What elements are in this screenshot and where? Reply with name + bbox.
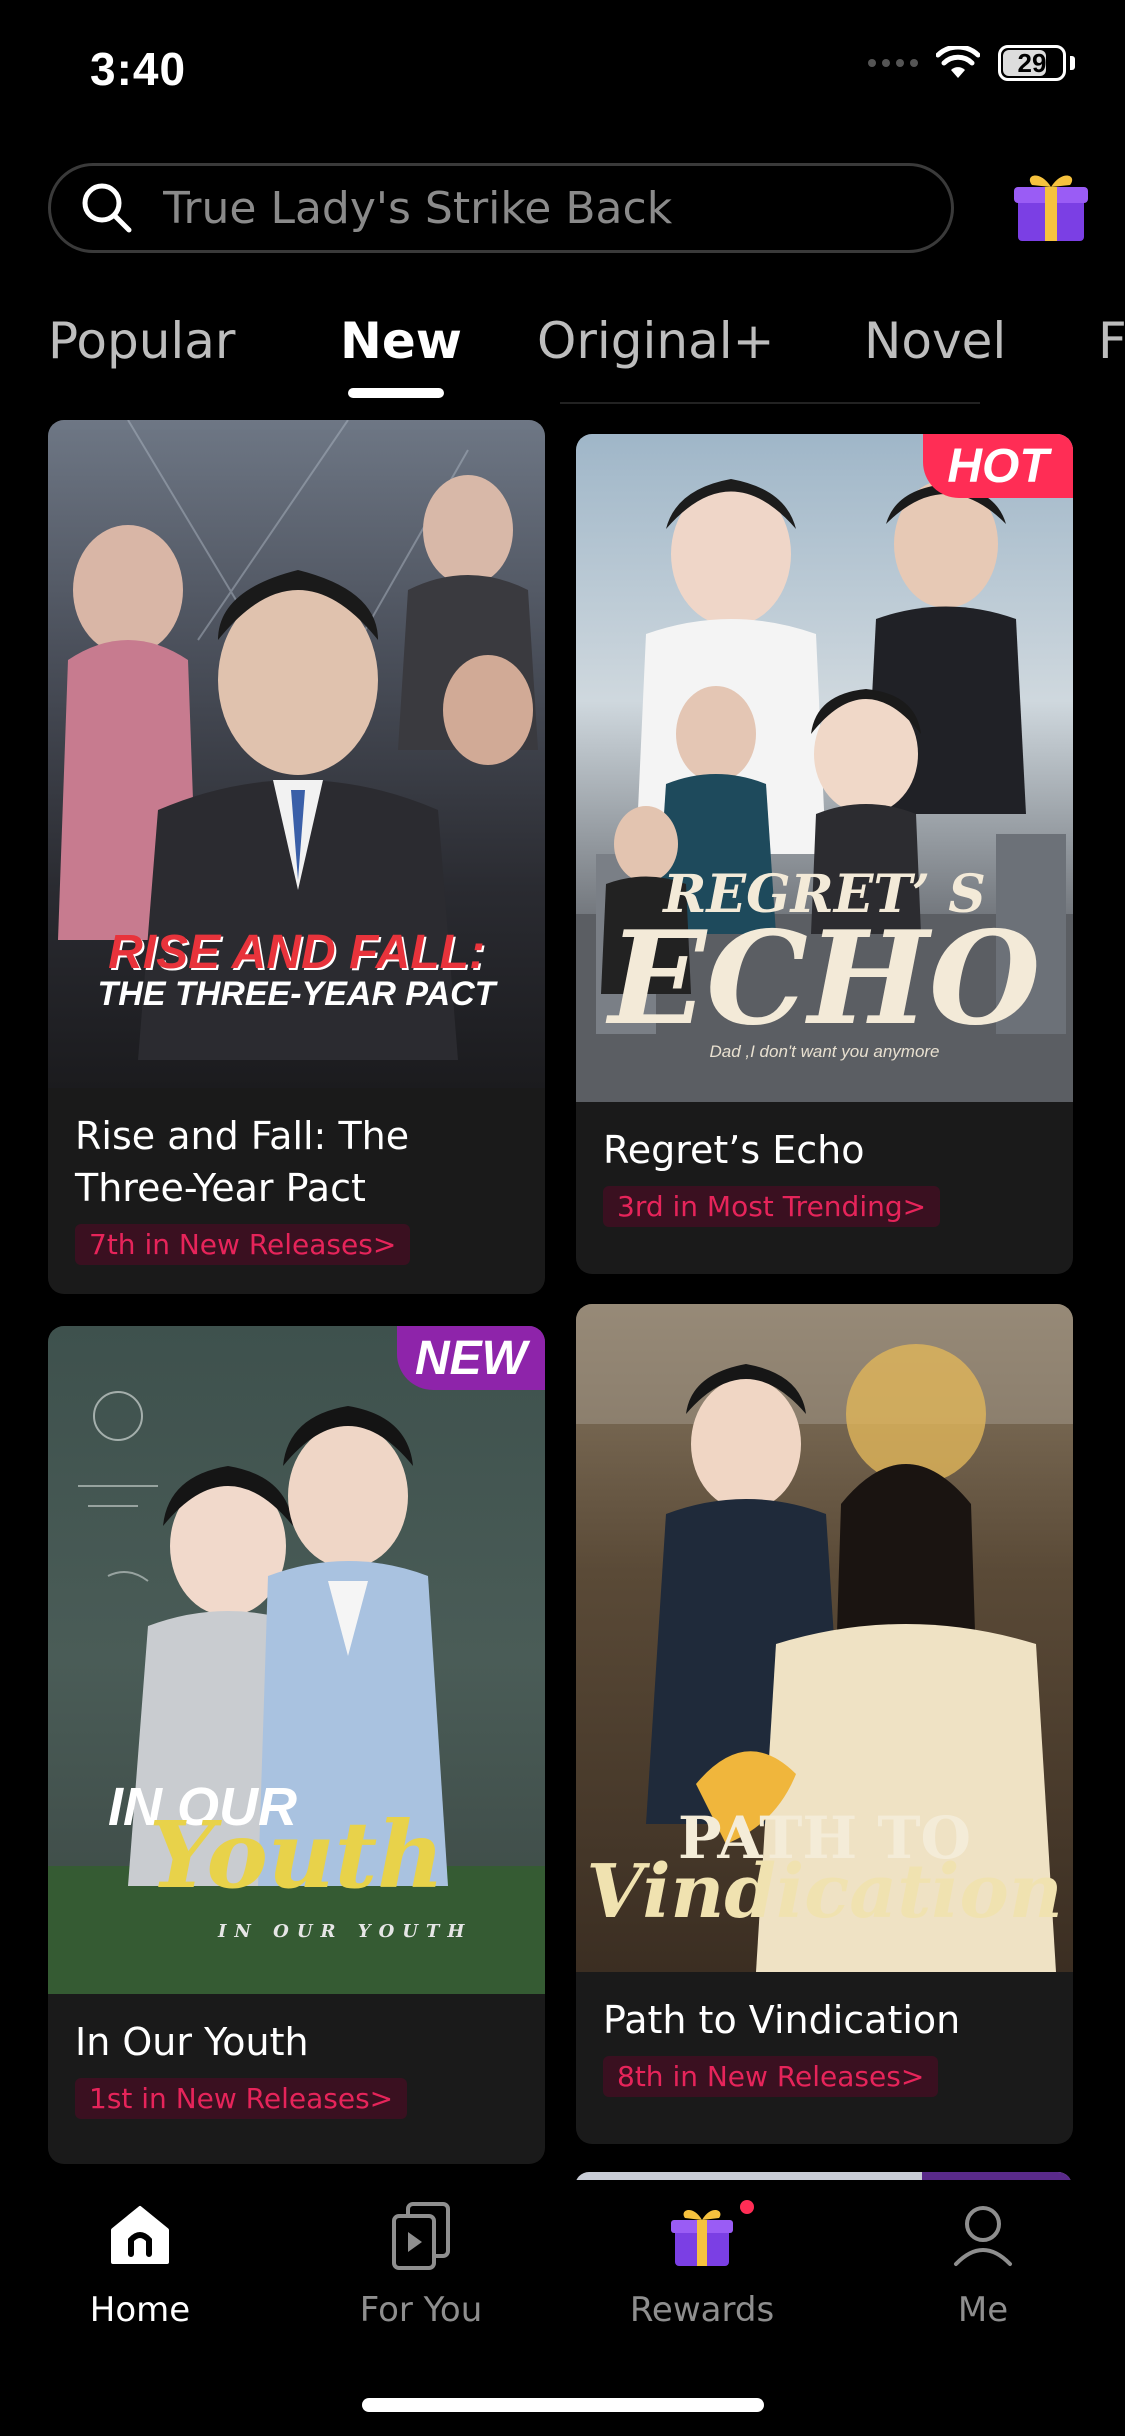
search-icon: [82, 183, 132, 233]
drama-card[interactable]: REGRET’ S ECHO Dad ,I don't want you any…: [576, 434, 1073, 1274]
drama-title: In Our Youth: [75, 2020, 309, 2064]
poster-title-line2: THE THREE-YEAR PACT: [97, 975, 496, 1013]
notification-dot: [740, 2200, 754, 2214]
rank-badge[interactable]: 3rd in Most Trending>: [603, 1186, 941, 1227]
active-tab-indicator: [348, 388, 444, 398]
nav-label: Me: [957, 2290, 1009, 2330]
battery-level: 29: [1017, 47, 1047, 78]
poster-tagline: Dad ,I don't want you anymore: [709, 1042, 940, 1061]
poster-title-line2: Youth: [148, 1801, 445, 1909]
drama-poster[interactable]: REGRET’ S ECHO Dad ,I don't want you any…: [576, 434, 1073, 1102]
poster-title-line2: ECHO: [608, 904, 1041, 1054]
nav-rewards[interactable]: Rewards: [602, 2200, 802, 2330]
gift-icon: [671, 2209, 733, 2266]
tabs-divider: [560, 402, 980, 404]
new-badge: NEW: [397, 1326, 545, 1390]
drama-title: Path to Vindication: [603, 1998, 961, 2042]
drama-poster[interactable]: PATH TO Vindication: [576, 1304, 1073, 1972]
poster-title-line1: RISE AND FALL:: [108, 926, 485, 979]
tab-new[interactable]: New: [340, 312, 462, 370]
drama-poster[interactable]: RISE AND FALL: THE THREE-YEAR PACT: [48, 420, 545, 1088]
poster-tagline: IN OUR YOUTH: [218, 1921, 473, 1942]
wifi-icon: [936, 46, 980, 78]
tab-popular[interactable]: Popular: [48, 312, 235, 370]
nav-label: Rewards: [629, 2290, 775, 2330]
nav-label: Home: [89, 2290, 191, 2330]
search-input[interactable]: [161, 181, 951, 235]
poster-title-line2: Vindication: [586, 1849, 1063, 1935]
rank-badge[interactable]: 1st in New Releases>: [75, 2078, 408, 2119]
tab-original-plus[interactable]: Original+: [537, 312, 775, 370]
drama-card[interactable]: IN OUR Youth IN OUR YOUTH NEW In Our You…: [48, 1326, 545, 2164]
battery-icon: 29: [998, 45, 1066, 81]
gift-icon[interactable]: [1010, 165, 1092, 247]
drama-card[interactable]: PATH TO Vindication Path to Vindication …: [576, 1304, 1073, 2144]
drama-poster[interactable]: IN OUR Youth IN OUR YOUTH NEW: [48, 1326, 545, 1994]
tab-novel[interactable]: Novel: [864, 312, 1006, 370]
status-bar: 3:40 29: [0, 0, 1125, 140]
search-bar[interactable]: [48, 163, 954, 253]
status-indicators: 29: [868, 45, 1075, 81]
nav-for-you[interactable]: For You: [321, 2200, 521, 2330]
cellular-signal-icon: [868, 59, 918, 67]
play-cards-icon: [392, 2202, 450, 2270]
user-icon: [954, 2206, 1012, 2266]
drama-title: Regret’s Echo: [603, 1128, 865, 1172]
hot-badge: HOT: [923, 434, 1073, 498]
category-tabs: Popular New Original+ Novel F: [0, 300, 1125, 410]
home-indicator: [362, 2398, 764, 2412]
nav-home[interactable]: Home: [40, 2200, 240, 2330]
home-icon: [111, 2206, 169, 2264]
status-time: 3:40: [90, 43, 187, 95]
drama-title: Rise and Fall: The Three-Year Pact: [75, 1114, 410, 1210]
rank-badge[interactable]: 7th in New Releases>: [75, 1224, 411, 1265]
tab-more[interactable]: F: [1098, 312, 1125, 370]
drama-card[interactable]: RISE AND FALL: THE THREE-YEAR PACT Rise …: [48, 420, 545, 1294]
nav-me[interactable]: Me: [883, 2200, 1083, 2330]
nav-label: For You: [359, 2290, 483, 2330]
rank-badge[interactable]: 8th in New Releases>: [603, 2056, 939, 2097]
